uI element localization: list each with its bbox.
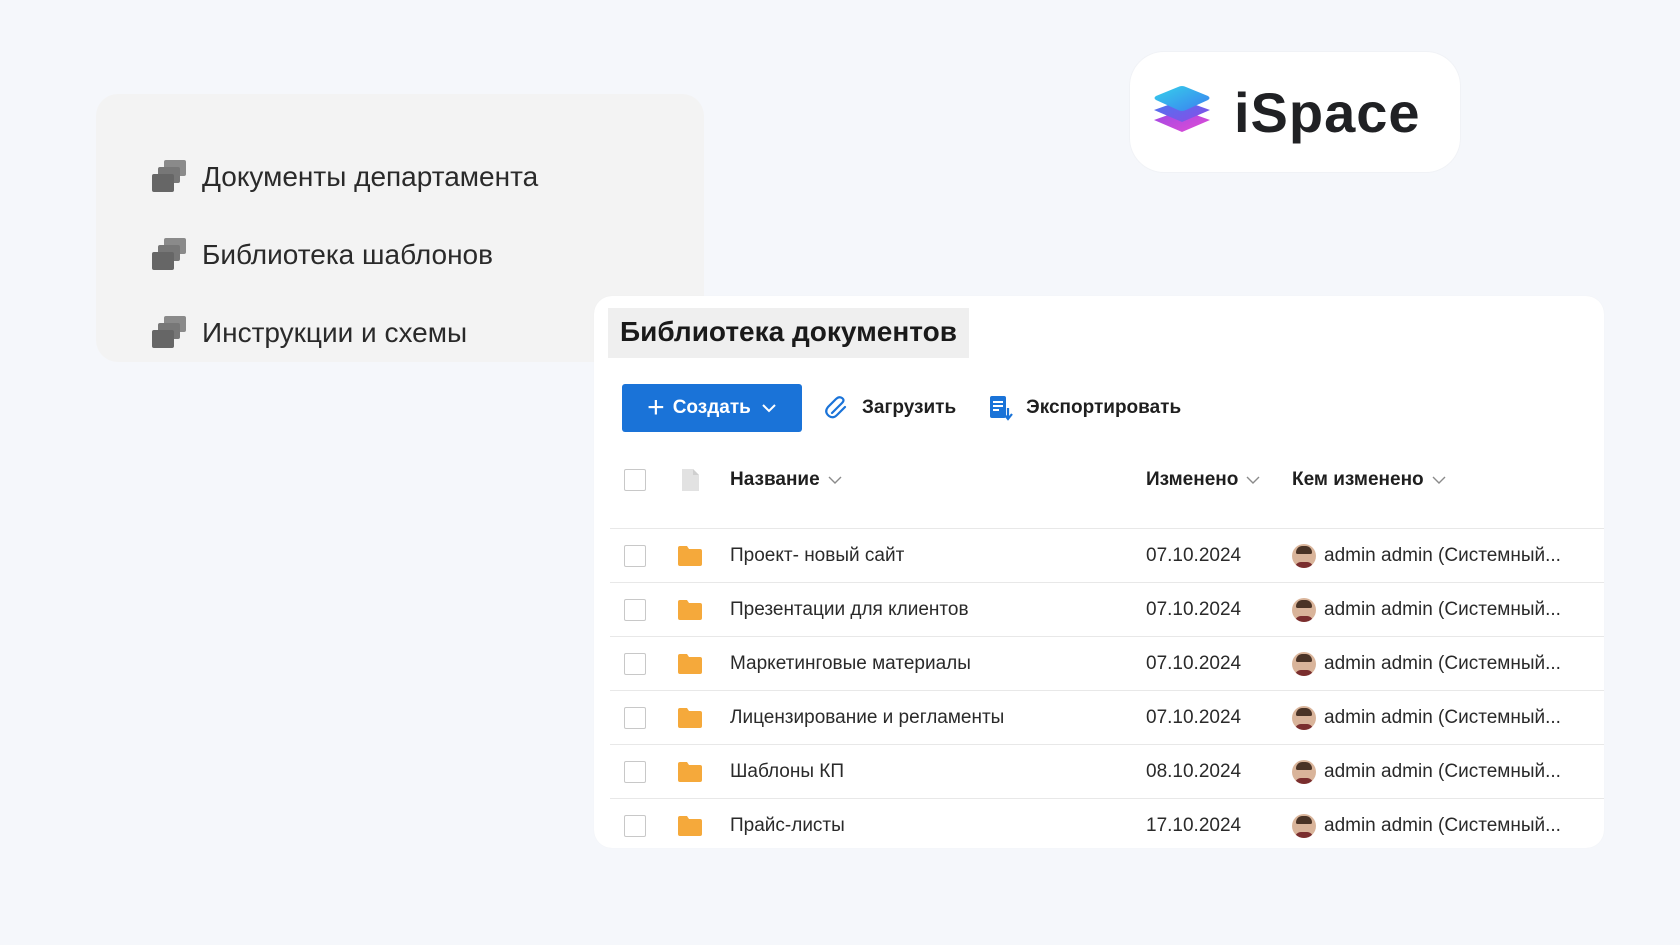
create-button[interactable]: + Создать [622,384,802,432]
avatar [1292,759,1316,784]
avatar [1292,813,1316,838]
row-modified: 07.10.2024 [1146,652,1242,674]
layers-logo-icon [1154,86,1210,132]
select-all-checkbox[interactable] [624,469,646,491]
table-row[interactable]: Шаблоны КП 08.10.2024 admin admin (Систе… [610,744,1604,798]
upload-button-label: Загрузить [862,397,957,418]
column-header-modified[interactable]: Изменено [1146,469,1292,491]
nav-item-template-library[interactable]: Библиотека шаблонов [150,216,704,294]
document-library-panel: Библиотека документов + Создать Загрузит… [594,296,1604,848]
table-row[interactable]: Лицензирование и регламенты 07.10.2024 a… [610,690,1604,744]
folder-icon [678,653,702,674]
folder-icon [678,707,702,728]
avatar [1292,543,1316,568]
row-modified-by[interactable]: admin admin (Системный... [1324,707,1561,729]
paperclip-icon [825,396,847,419]
row-name[interactable]: Презентации для клиентов [720,599,1146,621]
table-body: Проект- новый сайт 07.10.2024 admin admi… [610,528,1604,848]
column-header-modified-by[interactable]: Кем изменено [1292,469,1446,491]
row-modified-by[interactable]: admin admin (Системный... [1324,545,1561,567]
row-modified-by[interactable]: admin admin (Системный... [1324,599,1561,621]
export-button-label: Экспортировать [1026,397,1182,418]
row-modified: 07.10.2024 [1146,706,1242,728]
column-header-label: Кем изменено [1292,469,1424,490]
folders-icon [152,238,186,270]
nav-item-department-docs[interactable]: Документы департамента [150,138,704,216]
table-row[interactable]: Презентации для клиентов 07.10.2024 admi… [610,582,1604,636]
folders-icon [152,316,186,348]
avatar [1292,651,1316,676]
row-checkbox[interactable] [624,598,646,621]
document-table: Название Изменено Кем изменено Проект- н… [610,456,1604,848]
stage: Документы департамента Библиотека шаблон… [0,0,1680,945]
chevron-down-icon [762,404,776,413]
row-checkbox[interactable] [624,706,646,729]
row-checkbox[interactable] [624,760,646,783]
export-document-icon [990,396,1014,421]
export-button[interactable]: Экспортировать [988,394,1181,422]
row-name[interactable]: Маркетинговые материалы [720,653,1146,675]
folder-icon [678,599,702,620]
column-header-name[interactable]: Название [730,469,1146,491]
row-modified-by[interactable]: admin admin (Системный... [1324,653,1561,675]
chevron-down-icon [828,476,842,484]
column-header-label: Изменено [1146,469,1239,490]
row-name[interactable]: Шаблоны КП [720,761,1146,783]
column-header-label: Название [730,469,820,490]
row-checkbox[interactable] [624,544,646,567]
row-name[interactable]: Лицензирование и регламенты [720,707,1146,729]
upload-button[interactable]: Загрузить [824,395,956,421]
toolbar: + Создать Загрузить Экспортировать [622,384,1181,432]
table-row[interactable]: Проект- новый сайт 07.10.2024 admin admi… [610,528,1604,582]
row-modified: 08.10.2024 [1146,760,1242,782]
row-name[interactable]: Проект- новый сайт [720,545,1146,567]
avatar [1292,705,1316,730]
file-type-icon [682,469,699,491]
row-modified: 07.10.2024 [1146,598,1242,620]
logo-text: iSpace [1234,80,1421,144]
folders-icon [152,160,186,192]
row-checkbox[interactable] [624,652,646,675]
table-row[interactable]: Маркетинговые материалы 07.10.2024 admin… [610,636,1604,690]
folder-icon [678,545,702,566]
table-row[interactable]: Прайс-листы 17.10.2024 admin admin (Сист… [610,798,1604,848]
page-title: Библиотека документов [608,308,969,358]
chevron-down-icon [1246,476,1260,484]
nav-item-label: Документы департамента [202,161,539,192]
avatar [1292,597,1316,622]
nav-item-label: Библиотека шаблонов [202,239,493,270]
create-button-label: Создать [672,397,751,418]
folder-icon [678,815,702,836]
chevron-down-icon [1432,476,1446,484]
plus-icon: + [647,391,665,424]
row-modified: 17.10.2024 [1146,814,1242,836]
table-header: Название Изменено Кем изменено [610,456,1604,504]
row-modified-by[interactable]: admin admin (Системный... [1324,815,1561,837]
folder-icon [678,761,702,782]
nav-item-label: Инструкции и схемы [202,317,468,348]
row-checkbox[interactable] [624,814,646,837]
logo-card: iSpace [1130,52,1460,172]
row-name[interactable]: Прайс-листы [720,815,1146,837]
row-modified: 07.10.2024 [1146,544,1242,566]
row-modified-by[interactable]: admin admin (Системный... [1324,761,1561,783]
